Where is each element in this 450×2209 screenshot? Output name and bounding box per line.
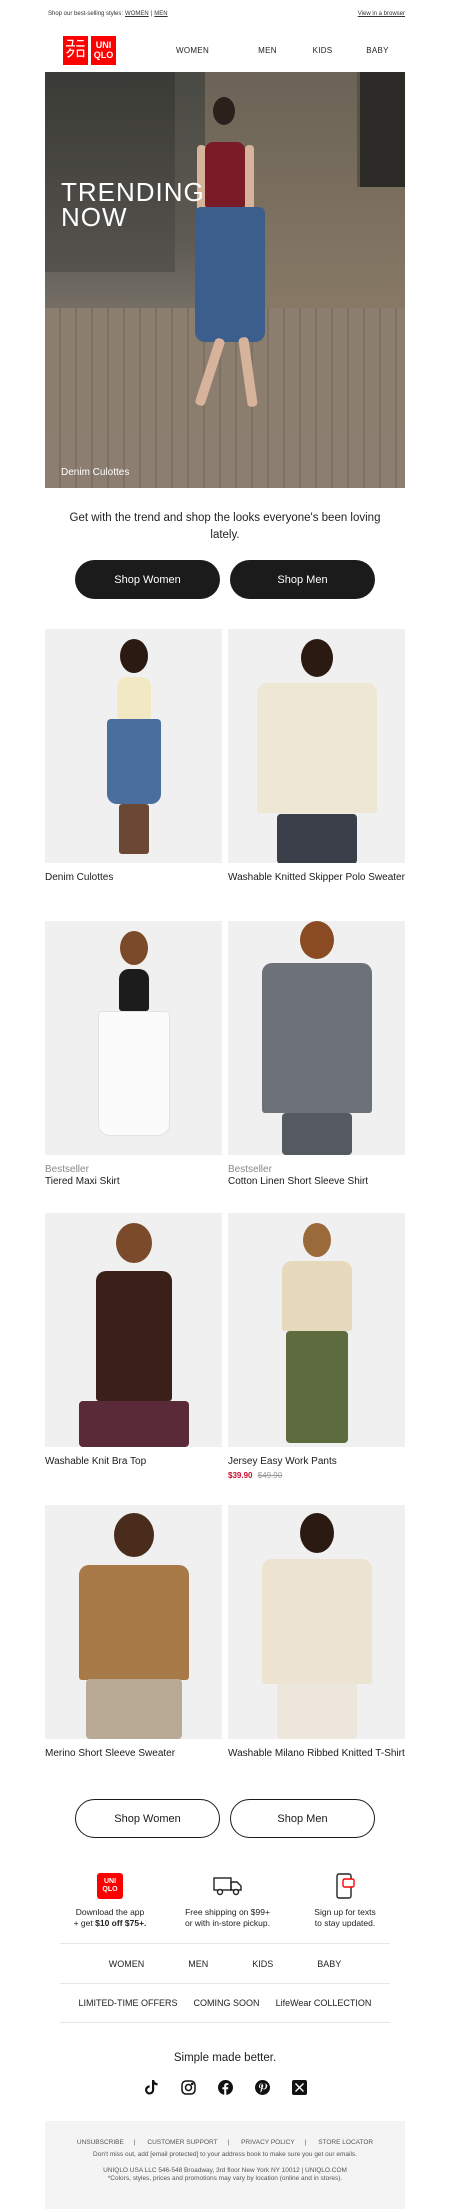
pinterest-icon[interactable] [254,2079,270,2095]
nav-men[interactable]: MEN [240,46,295,55]
product-card[interactable]: Washable Milano Ribbed Knitted T-Shirt [228,1505,405,1797]
shop-men-button[interactable]: Shop Men [230,1799,375,1838]
sale-price: $39.90 [228,1471,253,1480]
footer-address-book-note: Don't miss out, add [email protected] to… [93,2151,357,2158]
perk-shipping[interactable]: Free shipping on $99+ or with in-store p… [178,1871,278,1929]
truck-icon [212,1877,242,1896]
header-nav: ユニ クロ UNI QLO WOMEN MEN KIDS BABY [0,28,450,72]
preheader-women-link[interactable]: WOMEN [125,11,149,17]
footer-nav-secondary: LIMITED-TIME OFFERS COMING SOON LifeWear… [60,1983,390,2023]
product-name: Washable Knit Bra Top [45,1456,147,1467]
bestseller-badge: Bestseller [45,1164,89,1175]
logo-katakana: ユニ クロ [63,35,88,65]
tiktok-icon[interactable] [143,2079,159,2095]
footer-links: UNSUBSCRIBE | CUSTOMER SUPPORT | PRIVACY P… [76,2139,374,2146]
product-image [45,921,222,1155]
nav-women[interactable]: WOMEN [170,46,215,55]
shop-women-button[interactable]: Shop Women [75,1799,220,1838]
product-card[interactable]: Denim Culottes [45,629,222,921]
product-image [228,1505,405,1739]
preheader-men-link[interactable]: MEN [154,11,167,17]
perks-row: UNI QLO Download the app + get $10 off $7… [60,1871,395,1929]
shop-women-button[interactable]: Shop Women [75,560,220,599]
intro-text: Get with the trend and shop the looks ev… [69,512,381,541]
footer-address: UNIQLO USA LLC 546-548 Broadway, 3rd flo… [103,2167,347,2174]
footer-disclaimer: *Colors, styles, prices and promotions m… [107,2175,343,2182]
store-locator-link[interactable]: STORE LOCATOR [318,2139,373,2146]
footer-nav-limited-offers[interactable]: LIMITED-TIME OFFERS [71,1998,186,2008]
product-image [45,1505,222,1739]
tagline: Simple made better. [173,2052,277,2064]
footer-nav-baby[interactable]: BABY [295,1959,363,1969]
footer-nav-women[interactable]: WOMEN [87,1959,167,1969]
footer: UNSUBSCRIBE | CUSTOMER SUPPORT | PRIVACY P… [45,2121,405,2209]
footer-nav-kids[interactable]: KIDS [230,1959,295,1969]
customer-support-link[interactable]: CUSTOMER SUPPORT [147,2139,217,2146]
original-price: $49.90 [257,1471,283,1480]
product-image [228,1213,405,1447]
cta-row-top: Shop Women Shop Men [0,560,450,599]
preheader-text: Shop our best-selling styles: WOMEN | ME… [48,11,168,17]
footer-nav-coming-soon[interactable]: COMING SOON [186,1998,268,2008]
privacy-policy-link[interactable]: PRIVACY POLICY [241,2139,295,2146]
instagram-icon[interactable] [180,2079,196,2095]
product-card[interactable]: Washable Knit Bra Top [45,1213,222,1505]
nav-kids[interactable]: KIDS [295,46,350,55]
view-in-browser-link[interactable]: View in a browser [358,11,405,17]
product-name: Merino Short Sleeve Sweater [45,1748,176,1759]
uniqlo-logo[interactable]: ユニ クロ UNI QLO [63,35,116,65]
cta-row-bottom: Shop Women Shop Men [0,1799,450,1838]
preheader: Shop our best-selling styles: WOMEN | ME… [0,0,450,28]
logo-latin: UNI QLO [91,35,116,65]
perk-app[interactable]: UNI QLO Download the app + get $10 off $7… [60,1871,160,1929]
bestseller-badge: Bestseller [228,1164,272,1175]
x-icon[interactable] [291,2079,307,2095]
product-name: Tiered Maxi Skirt [45,1176,120,1187]
facebook-icon[interactable] [217,2079,233,2095]
product-price: $39.90 $49.90 [228,1470,405,1482]
shop-men-button[interactable]: Shop Men [230,560,375,599]
hero-caption: Denim Culottes [61,467,130,478]
product-name: Washable Milano Ribbed Knitted T-Shirt [228,1748,405,1759]
product-grid: Denim Culottes Washable Knitted Skipper … [45,629,405,1797]
product-image [228,629,405,863]
product-card[interactable]: Bestseller Cotton Linen Short Sleeve Shi… [228,921,405,1213]
product-name: Washable Knitted Skipper Polo Sweater [228,872,405,883]
product-name: Jersey Easy Work Pants [228,1456,337,1467]
product-image [45,1213,222,1447]
unsubscribe-link[interactable]: UNSUBSCRIBE [77,2139,124,2146]
footer-nav: WOMEN MEN KIDS BABY [60,1943,390,1983]
phone-message-icon [336,1873,355,1899]
social-links [0,2079,450,2095]
nav-baby[interactable]: BABY [350,46,405,55]
product-image [228,921,405,1155]
product-name: Cotton Linen Short Sleeve Shirt [228,1176,369,1187]
product-image [45,629,222,863]
product-name: Denim Culottes [45,872,114,883]
hero-title: TRENDING NOW [61,177,205,232]
hero-banner[interactable]: TRENDING NOW Denim Culottes [45,72,405,488]
product-card[interactable]: Merino Short Sleeve Sweater [45,1505,222,1797]
product-card[interactable]: Bestseller Tiered Maxi Skirt [45,921,222,1213]
product-card[interactable]: Jersey Easy Work Pants $39.90 $49.90 [228,1213,405,1505]
footer-nav-lifewear[interactable]: LifeWear COLLECTION [268,1998,380,2008]
app-logo-icon: UNI QLO [97,1873,123,1899]
perk-texts[interactable]: Sign up for texts to stay updated. [295,1871,395,1929]
footer-nav-men[interactable]: MEN [166,1959,230,1969]
hero-model [175,97,275,447]
product-card[interactable]: Washable Knitted Skipper Polo Sweater [228,629,405,921]
